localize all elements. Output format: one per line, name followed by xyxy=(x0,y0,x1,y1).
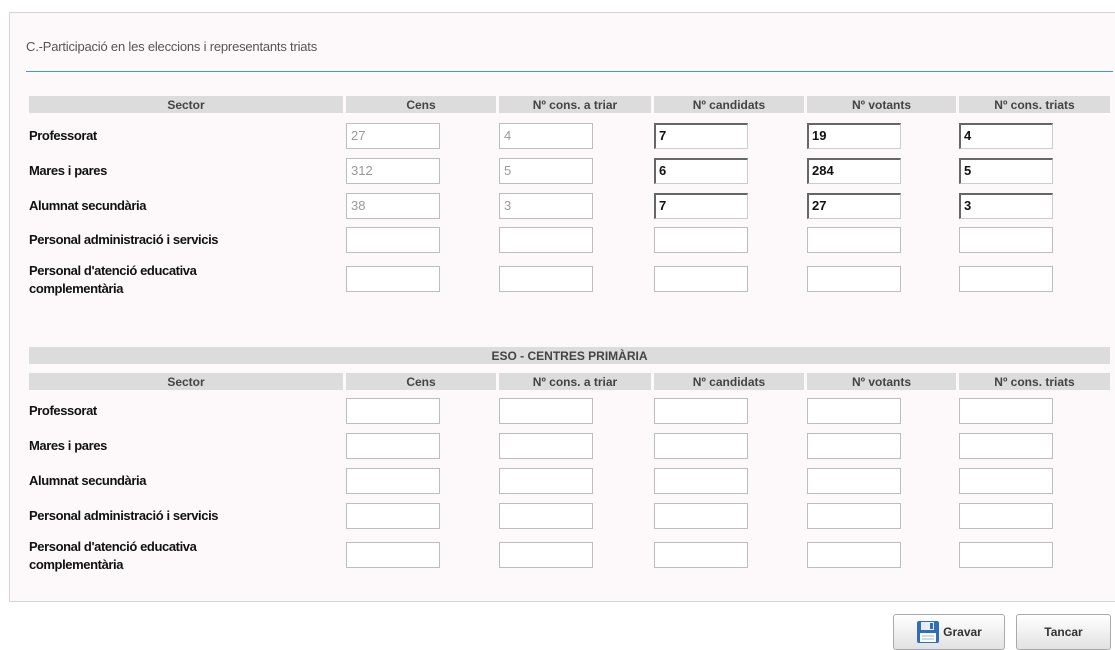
table2-cons-triats-field[interactable] xyxy=(959,503,1053,529)
table1-header-cons-triats: Nº cons. triats xyxy=(959,96,1110,113)
table1-sector-label: Personal d'atenció educativa complementà… xyxy=(29,263,197,296)
table1-sector-label: Professorat xyxy=(29,128,97,143)
table1-cons-triats-field[interactable] xyxy=(959,266,1053,292)
table1-cens-field[interactable] xyxy=(346,266,440,292)
table2-votants-field[interactable] xyxy=(807,542,901,568)
table2-header-cons-a-triar: Nº cons. a triar xyxy=(499,373,651,390)
floppy-disk-icon xyxy=(917,621,940,643)
table2-candidats-field[interactable] xyxy=(654,433,748,459)
table2-cons-triats-field[interactable] xyxy=(959,542,1053,568)
table2-cons-a-triar-field[interactable] xyxy=(499,503,593,529)
table1-sector-label: Mares i pares xyxy=(29,163,107,178)
table2-cens-field[interactable] xyxy=(346,468,440,494)
table2-header-cens: Cens xyxy=(346,373,496,390)
table2-votants-field[interactable] xyxy=(807,398,901,424)
table2-cens-field[interactable] xyxy=(346,503,440,529)
table2-header-sector: Sector xyxy=(29,373,343,390)
table1-header-cens: Cens xyxy=(346,96,496,113)
table2-cons-a-triar-field[interactable] xyxy=(499,398,593,424)
table1-sector-label: Alumnat secundària xyxy=(29,198,147,213)
table1-header-sector: Sector xyxy=(29,96,343,113)
table1-cens-field: 312 xyxy=(346,158,440,184)
table1-cons-a-triar-field: 3 xyxy=(499,193,593,219)
table2-candidats-field[interactable] xyxy=(654,398,748,424)
table2-cons-a-triar-field[interactable] xyxy=(499,542,593,568)
table2-header-cons-triats: Nº cons. triats xyxy=(959,373,1110,390)
table2-sector-label: Professorat xyxy=(29,403,97,418)
table1-candidats-field[interactable]: 6 xyxy=(654,158,748,184)
table2-votants-field[interactable] xyxy=(807,503,901,529)
table1-cens-field: 38 xyxy=(346,193,440,219)
section-title: C.-Participació en les eleccions i repre… xyxy=(26,39,318,54)
table1-cons-triats-field[interactable]: 3 xyxy=(959,193,1053,219)
save-button-label: Gravar xyxy=(943,625,982,639)
table2-cons-triats-field[interactable] xyxy=(959,433,1053,459)
table1-cons-triats-field[interactable]: 4 xyxy=(959,123,1053,149)
table1-votants-field[interactable]: 27 xyxy=(807,193,901,219)
table2-header-votants: Nº votants xyxy=(807,373,956,390)
table1-candidats-field[interactable] xyxy=(654,227,748,253)
table2-candidats-field[interactable] xyxy=(654,542,748,568)
table2-candidats-field[interactable] xyxy=(654,503,748,529)
table2-header-candidats: Nº candidats xyxy=(654,373,804,390)
table2-sector-label: Mares i pares xyxy=(29,438,107,453)
table2-cons-a-triar-field[interactable] xyxy=(499,433,593,459)
table2-candidats-field[interactable] xyxy=(654,468,748,494)
table1-candidats-field[interactable]: 7 xyxy=(654,123,748,149)
close-button-label: Tancar xyxy=(1044,625,1083,639)
table2-sector-label: Alumnat secundària xyxy=(29,473,147,488)
table1-cons-a-triar-field: 5 xyxy=(499,158,593,184)
table2-sector-label: Personal d'atenció educativa complementà… xyxy=(29,539,197,572)
table2-cens-field[interactable] xyxy=(346,433,440,459)
table1-cons-triats-field[interactable] xyxy=(959,227,1053,253)
table1-sector-label: Personal administració i servicis xyxy=(29,232,219,247)
table2-votants-field[interactable] xyxy=(807,468,901,494)
table1-cons-a-triar-field[interactable] xyxy=(499,266,593,292)
table2-cons-triats-field[interactable] xyxy=(959,398,1053,424)
table1-votants-field[interactable] xyxy=(807,266,901,292)
table1-header-cons-a-triar: Nº cons. a triar xyxy=(499,96,651,113)
table1-candidats-field[interactable]: 7 xyxy=(654,193,748,219)
table1-header-candidats: Nº candidats xyxy=(654,96,804,113)
table1-votants-field[interactable]: 284 xyxy=(807,158,901,184)
table1-votants-field[interactable] xyxy=(807,227,901,253)
table1-cons-a-triar-field[interactable] xyxy=(499,227,593,253)
table2-cons-a-triar-field[interactable] xyxy=(499,468,593,494)
table2-cens-field[interactable] xyxy=(346,398,440,424)
table1-candidats-field[interactable] xyxy=(654,266,748,292)
table2-cons-triats-field[interactable] xyxy=(959,468,1053,494)
table2-group-title: ESO - CENTRES PRIMÀRIA xyxy=(29,347,1110,364)
table2-cens-field[interactable] xyxy=(346,542,440,568)
title-divider xyxy=(26,71,1113,72)
table1-cens-field: 27 xyxy=(346,123,440,149)
table2-votants-field[interactable] xyxy=(807,433,901,459)
table1-votants-field[interactable]: 19 xyxy=(807,123,901,149)
table1-header-votants: Nº votants xyxy=(807,96,956,113)
table1-cens-field[interactable] xyxy=(346,227,440,253)
table1-cons-a-triar-field: 4 xyxy=(499,123,593,149)
table1-cons-triats-field[interactable]: 5 xyxy=(959,158,1053,184)
table2-sector-label: Personal administració i servicis xyxy=(29,508,219,523)
